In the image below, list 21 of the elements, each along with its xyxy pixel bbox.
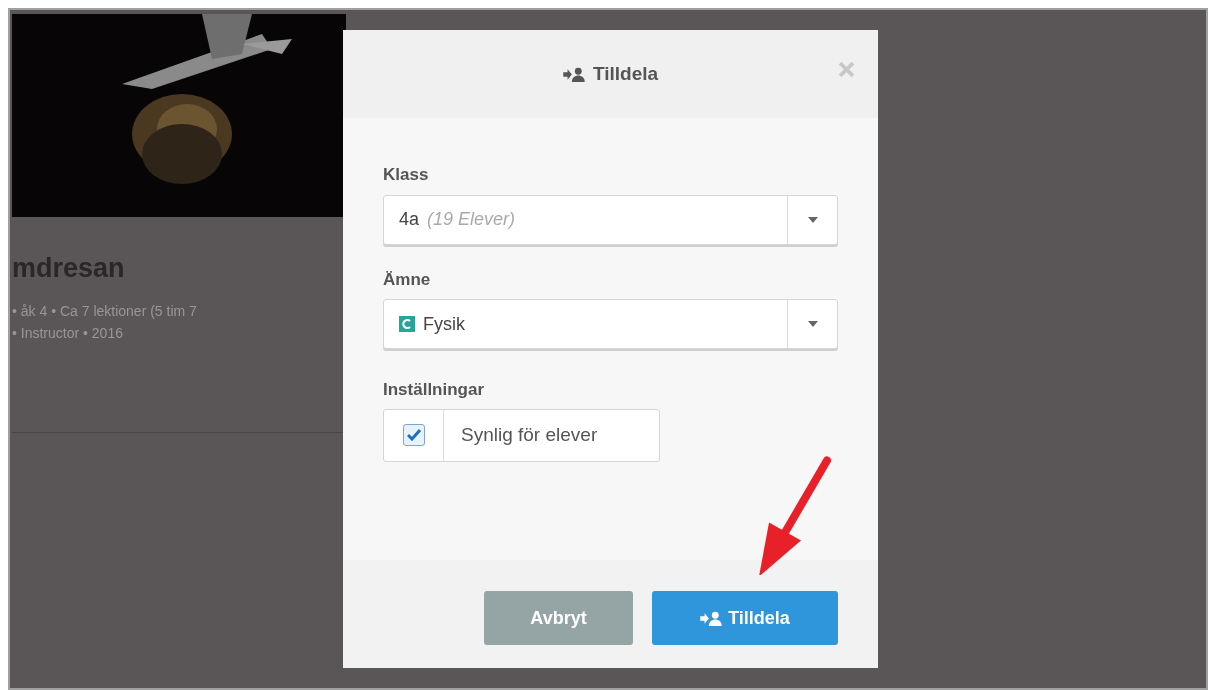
course-meta: • åk 4 • Ca 7 lektioner (5 tim 7 <box>12 302 198 321</box>
select-field[interactable]: 4a (19 Elever) <box>383 194 838 245</box>
assign-user-icon <box>700 610 723 626</box>
select-value: 4a <box>399 208 420 231</box>
checkbox-label: Synlig för elever <box>460 422 599 447</box>
caret-icon <box>807 216 818 223</box>
settings-label: Inställningar <box>383 379 486 401</box>
course-meta: • Instructor • 2016 <box>12 324 124 343</box>
select-field[interactable]: Fysik <box>383 299 838 349</box>
subject-icon <box>399 316 415 332</box>
close-icon <box>839 62 854 77</box>
select-value: Fysik <box>423 312 465 336</box>
check-icon <box>406 429 421 441</box>
assign-user-icon <box>562 66 585 82</box>
select-hint: (19 Elever) <box>427 208 516 231</box>
field-label: Ämne <box>383 268 432 291</box>
visibility-toggle[interactable]: Synlig för elever <box>383 408 660 462</box>
field-label: Klass <box>383 164 430 186</box>
checkbox[interactable] <box>402 424 425 446</box>
caret-icon <box>807 321 818 327</box>
dialog-title: Tilldela <box>592 61 659 86</box>
